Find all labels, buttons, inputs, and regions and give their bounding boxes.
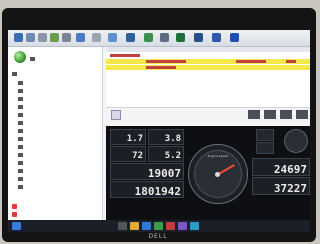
tree-item-5[interactable]	[18, 112, 25, 118]
chart-icon[interactable]	[126, 33, 135, 42]
settings-icon[interactable]	[62, 33, 71, 42]
view-button-4[interactable]	[296, 110, 308, 119]
tree-item-9[interactable]	[18, 144, 25, 150]
gauge-7: 24697	[252, 158, 310, 176]
compass-icon	[284, 129, 308, 153]
tree-item-12[interactable]	[18, 168, 25, 174]
view-button-3[interactable]	[280, 110, 292, 119]
start-icon[interactable]	[12, 222, 21, 230]
windows-taskbar	[8, 220, 310, 232]
gauge-3: 72	[110, 146, 146, 162]
tree-item-11[interactable]	[18, 160, 25, 166]
view-button-2[interactable]	[264, 110, 276, 119]
gauge-1-value: 1.7	[126, 134, 143, 144]
gauge-1: 1.7	[110, 129, 146, 145]
monitor-logo: DELL	[148, 233, 168, 240]
tree-item-8[interactable]	[18, 136, 25, 142]
gauge-7-value: 24697	[273, 163, 307, 176]
gauge-5: 19007	[110, 163, 184, 180]
error-icon-2	[12, 212, 17, 217]
print-icon[interactable]	[38, 33, 47, 42]
tree-item-4[interactable]	[18, 104, 25, 110]
needle-hub	[215, 172, 220, 177]
toolbar	[8, 30, 310, 47]
app-window: 1.7 3.8 72 5.2 19007 1801942 Engine Spee…	[8, 30, 310, 220]
tree-item-7[interactable]	[18, 128, 25, 134]
info-icon[interactable]	[230, 33, 239, 42]
row-text	[146, 60, 186, 63]
status-indicator-1	[256, 129, 274, 141]
globe-icon	[14, 51, 26, 63]
tree-root[interactable]	[12, 71, 19, 77]
connect-icon[interactable]	[76, 33, 85, 42]
app-icon-1[interactable]	[154, 222, 163, 230]
tree-item-13[interactable]	[18, 176, 25, 182]
edge-icon[interactable]	[142, 222, 151, 230]
status-indicator-2	[256, 142, 274, 154]
speedometer: Engine Speed	[188, 144, 248, 204]
data-icon[interactable]	[144, 33, 153, 42]
diagnose-icon[interactable]	[108, 33, 117, 42]
report-icon[interactable]	[160, 33, 169, 42]
gauge-2-value: 3.8	[164, 134, 181, 144]
live-data-dashboard: 1.7 3.8 72 5.2 19007 1801942 Engine Spee…	[106, 126, 310, 220]
refresh-icon[interactable]	[50, 33, 59, 42]
gauge-4-value: 5.2	[164, 151, 181, 161]
tree-item-14[interactable]	[18, 184, 25, 190]
search-icon[interactable]	[118, 222, 127, 230]
save-icon[interactable]	[26, 33, 35, 42]
tree-item-3[interactable]	[18, 96, 25, 102]
table-row-highlight[interactable]	[106, 65, 310, 70]
tree-header	[30, 56, 37, 62]
open-icon[interactable]	[14, 33, 23, 42]
module-icon[interactable]	[194, 33, 203, 42]
row-text	[146, 66, 176, 69]
tree-item-2[interactable]	[18, 88, 25, 94]
app-icon-2[interactable]	[166, 222, 175, 230]
gauge-8-value: 37227	[273, 182, 307, 195]
gauge-6-value: 1801942	[134, 185, 181, 198]
gauge-5-value: 19007	[147, 167, 181, 180]
doc-icon[interactable]	[111, 110, 121, 120]
error-icon	[12, 204, 17, 209]
tree-item-10[interactable]	[18, 152, 25, 158]
row-text	[236, 60, 266, 63]
explorer-icon[interactable]	[130, 222, 139, 230]
app-icon-4[interactable]	[190, 222, 199, 230]
speed-label: Engine Speed	[207, 154, 229, 158]
help-icon[interactable]	[212, 33, 221, 42]
row-text	[110, 54, 140, 57]
gauge-6: 1801942	[110, 181, 184, 198]
view-button-1[interactable]	[248, 110, 260, 119]
tool-icon[interactable]	[92, 33, 101, 42]
tree-item-6[interactable]	[18, 120, 25, 126]
table-row-highlight[interactable]	[106, 59, 310, 64]
gauge-4: 5.2	[148, 146, 184, 162]
table-header	[106, 47, 310, 52]
vehicle-tree-pane	[8, 47, 103, 220]
green-tool-icon[interactable]	[176, 33, 185, 42]
app-icon-3[interactable]	[178, 222, 187, 230]
gauge-3-value: 72	[132, 151, 143, 161]
results-table	[106, 47, 310, 108]
gauge-2: 3.8	[148, 129, 184, 145]
tree-item-1[interactable]	[18, 80, 25, 86]
table-row[interactable]	[106, 71, 310, 76]
gauge-8: 37227	[252, 177, 310, 195]
row-text	[286, 60, 296, 63]
